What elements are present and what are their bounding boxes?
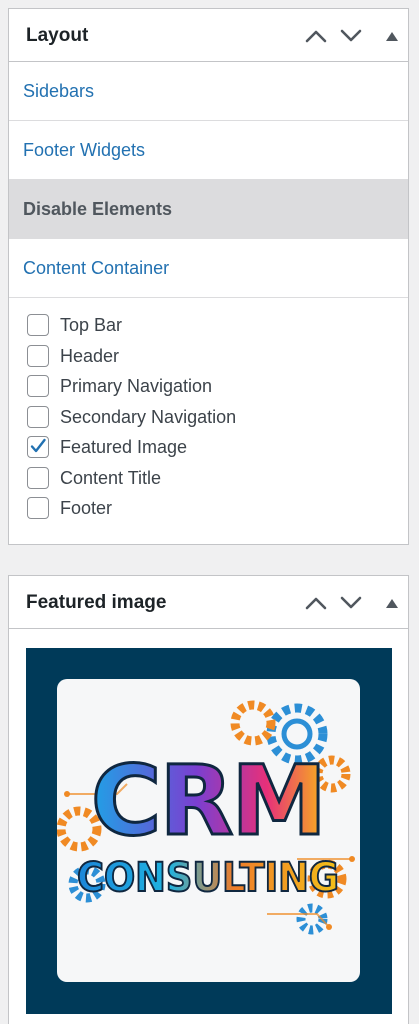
- chevron-down-icon[interactable]: [338, 590, 364, 616]
- checkmark-icon: [30, 438, 46, 453]
- option-label: Content Title: [60, 467, 162, 488]
- featured-image-panel: Featured image CRM CONSULTING: [8, 575, 409, 1024]
- layout-panel-title: Layout: [26, 25, 89, 46]
- option-label: Secondary Navigation: [60, 406, 237, 427]
- featured-panel-header: Featured image: [9, 576, 408, 629]
- featured-panel-title: Featured image: [26, 592, 167, 613]
- disable-elements-options: Top Bar Header Primary Navigation Second…: [9, 298, 408, 525]
- option-label: Primary Navigation: [60, 376, 213, 396]
- option-featured-image: Featured Image: [9, 433, 408, 464]
- top-bar-checkbox[interactable]: [27, 314, 49, 336]
- layout-panel: Layout Sidebars Footer Widgets Disable E…: [8, 8, 409, 545]
- tab-label: Sidebars: [23, 81, 95, 101]
- secondary-navigation-checkbox[interactable]: [27, 405, 49, 428]
- footer-checkbox[interactable]: [27, 497, 49, 519]
- featured-image[interactable]: CRM CONSULTING: [26, 648, 392, 1014]
- triangle-up-icon[interactable]: [379, 590, 405, 616]
- featured-image-checkbox[interactable]: [27, 436, 49, 458]
- chevron-up-icon[interactable]: [303, 23, 329, 49]
- option-top-bar: Top Bar: [9, 311, 408, 342]
- tab-sidebars[interactable]: Sidebars: [9, 62, 408, 121]
- image-text-consulting: CONSULTING: [77, 855, 339, 901]
- tab-label: Content Container: [23, 258, 170, 278]
- header-checkbox[interactable]: [27, 344, 49, 367]
- primary-navigation-checkbox[interactable]: [27, 375, 49, 397]
- layout-panel-header: Layout: [9, 9, 408, 62]
- tab-footer-widgets[interactable]: Footer Widgets: [9, 121, 408, 180]
- chevron-up-icon[interactable]: [303, 590, 329, 616]
- crm-consulting-graphic: CRM CONSULTING: [57, 700, 355, 935]
- tab-label: Footer Widgets: [23, 140, 146, 160]
- triangle-up-icon[interactable]: [379, 23, 405, 49]
- option-label: Footer: [60, 498, 113, 518]
- image-text-crm: CRM: [91, 745, 325, 857]
- chevron-down-icon[interactable]: [338, 23, 364, 49]
- tab-disable-elements[interactable]: Disable Elements: [9, 180, 408, 239]
- option-primary-navigation: Primary Navigation: [9, 372, 408, 403]
- option-footer: Footer: [9, 494, 408, 525]
- tab-content-container[interactable]: Content Container: [9, 239, 408, 298]
- option-secondary-navigation: Secondary Navigation: [9, 403, 408, 434]
- tab-label: Disable Elements: [23, 199, 173, 219]
- option-content-title: Content Title: [9, 464, 408, 495]
- featured-image-card: CRM CONSULTING: [57, 679, 360, 982]
- option-header: Header: [9, 342, 408, 373]
- option-label: Header: [60, 345, 120, 366]
- option-label: Top Bar: [60, 315, 123, 335]
- option-label: Featured Image: [60, 437, 188, 457]
- content-title-checkbox[interactable]: [27, 466, 49, 489]
